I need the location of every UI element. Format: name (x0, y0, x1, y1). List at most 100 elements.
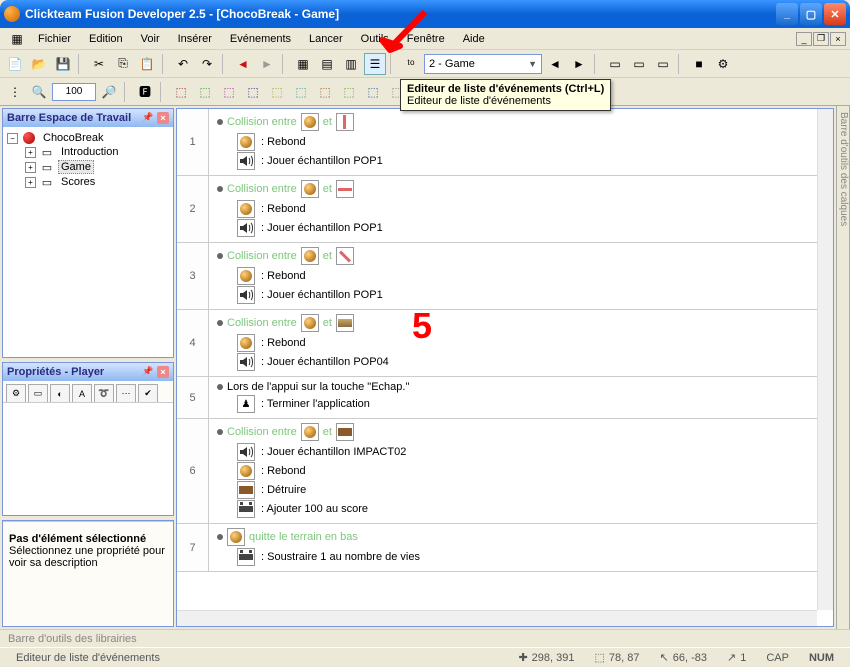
speaker-icon (237, 219, 255, 237)
cut-button[interactable]: ✂ (88, 53, 110, 75)
expand-icon[interactable]: + (25, 147, 36, 158)
back-button[interactable]: ◄ (232, 53, 254, 75)
new-button[interactable]: 📄 (4, 53, 26, 75)
storyboard-editor-button[interactable]: ▦ (292, 53, 314, 75)
action-line[interactable]: : Rebond (217, 334, 825, 352)
layers-toolbar[interactable]: Barre d'outils des calques (836, 106, 850, 629)
mdi-restore-button[interactable]: ❐ (813, 32, 829, 46)
pin-icon[interactable]: 📌 (142, 366, 154, 378)
action-line[interactable]: : Jouer échantillon POP1 (217, 219, 825, 237)
condition-line[interactable]: Lors de l'appui sur la touche "Echap." (217, 381, 825, 393)
prev-frame-button[interactable]: ◄ (544, 53, 566, 75)
prop-tab-5[interactable]: ➰ (94, 384, 114, 402)
undo-button[interactable]: ↶ (172, 53, 194, 75)
settings-button[interactable]: ⚙ (712, 53, 734, 75)
menu-voir[interactable]: Voir (133, 31, 168, 47)
horizontal-scrollbar[interactable] (177, 610, 817, 626)
menu-fenetre[interactable]: Fenêtre (399, 31, 453, 47)
prop-tab-6[interactable]: ⋯ (116, 384, 136, 402)
next-frame-button[interactable]: ► (568, 53, 590, 75)
action-line[interactable]: : Détruire (217, 481, 825, 499)
expand-icon[interactable]: − (7, 133, 18, 144)
prop-tab-7[interactable]: ✔ (138, 384, 158, 402)
menu-outils[interactable]: Outils (353, 31, 397, 47)
action-line[interactable]: ♟: Terminer l'application (217, 395, 825, 413)
data-editor-button[interactable]: ᵗᵒ (400, 53, 422, 75)
condition-line[interactable]: Collision entreet (217, 113, 825, 131)
action-line[interactable]: : Rebond (217, 267, 825, 285)
action-line[interactable]: : Ajouter 100 au score (217, 500, 825, 518)
prop-tab-1[interactable]: ⚙ (6, 384, 26, 402)
copy-button[interactable]: ⎘ (112, 53, 134, 75)
tree-item-game[interactable]: + ▭ Game (25, 159, 169, 175)
frame-editor-button[interactable]: ▤ (316, 53, 338, 75)
stop-button[interactable]: ■ (688, 53, 710, 75)
action-line[interactable]: : Jouer échantillon POP1 (217, 152, 825, 170)
run-app-button[interactable]: ▭ (628, 53, 650, 75)
panel-close-button[interactable]: × (157, 366, 169, 378)
expand-icon[interactable]: + (25, 162, 36, 173)
close-button[interactable]: ✕ (824, 3, 846, 25)
ext7-button[interactable]: ⬚ (314, 81, 336, 103)
action-line[interactable]: : Jouer échantillon IMPACT02 (217, 443, 825, 461)
condition-line[interactable]: Collision entreet (217, 423, 825, 441)
action-line[interactable]: : Soustraire 1 au nombre de vies (217, 548, 825, 566)
menu-evenements[interactable]: Evénements (222, 31, 299, 47)
action-line[interactable]: : Rebond (217, 200, 825, 218)
event-list[interactable]: 1Collision entreet: Rebond: Jouer échant… (177, 109, 833, 626)
ext1-button[interactable]: ⬚ (170, 81, 192, 103)
paste-button[interactable]: 📋 (136, 53, 158, 75)
tree-root[interactable]: − ChocoBreak (7, 131, 169, 145)
condition-line[interactable]: Collision entreet (217, 180, 825, 198)
open-button[interactable]: 📂 (28, 53, 50, 75)
condition-line[interactable]: Collision entreet (217, 247, 825, 265)
condition-line[interactable]: quitte le terrain en bas (217, 528, 825, 546)
ext9-button[interactable]: ⬚ (362, 81, 384, 103)
minimize-button[interactable]: _ (776, 3, 798, 25)
save-button[interactable]: 💾 (52, 53, 74, 75)
zoom-out-button[interactable]: 🔍 (28, 81, 50, 103)
event-list-editor-button[interactable]: ☰ (364, 53, 386, 75)
menu-inserer[interactable]: Insérer (170, 31, 220, 47)
font-button[interactable]: 🅵 (134, 81, 156, 103)
redo-button[interactable]: ↷ (196, 53, 218, 75)
frame-selector[interactable]: 2 - Game ▼ (424, 54, 542, 74)
ext3-button[interactable]: ⬚ (218, 81, 240, 103)
pin-icon[interactable]: 📌 (142, 112, 154, 124)
event-editor-button[interactable]: ▥ (340, 53, 362, 75)
action-line[interactable]: : Rebond (217, 462, 825, 480)
condition-line[interactable]: Collision entreet (217, 314, 825, 332)
menu-edition[interactable]: Edition (81, 31, 131, 47)
ext5-button[interactable]: ⬚ (266, 81, 288, 103)
vertical-scrollbar[interactable] (817, 109, 833, 610)
zoom-in-button[interactable]: 🔎 (98, 81, 120, 103)
run-frame-button[interactable]: ▭ (652, 53, 674, 75)
prop-tab-4[interactable]: A (72, 384, 92, 402)
action-line[interactable]: : Jouer échantillon POP1 (217, 286, 825, 304)
zoom-input[interactable] (52, 83, 96, 101)
mdi-minimize-button[interactable]: _ (796, 32, 812, 46)
action-line[interactable]: : Jouer échantillon POP04 (217, 353, 825, 371)
prop-tab-2[interactable]: ▭ (28, 384, 48, 402)
action-text: : Jouer échantillon POP1 (261, 289, 383, 301)
ext4-button[interactable]: ⬚ (242, 81, 264, 103)
tree-item-introduction[interactable]: + ▭ Introduction (25, 145, 169, 159)
tree-item-scores[interactable]: + ▭ Scores (25, 175, 169, 189)
library-toolbar[interactable]: Barre d'outils des librairies (0, 629, 850, 647)
ext8-button[interactable]: ⬚ (338, 81, 360, 103)
run-project-button[interactable]: ▭ (604, 53, 626, 75)
prop-tab-3[interactable]: ◐ (50, 384, 70, 402)
properties-body (3, 403, 173, 515)
action-line[interactable]: : Rebond (217, 133, 825, 151)
maximize-button[interactable]: ▢ (800, 3, 822, 25)
ext6-button[interactable]: ⬚ (290, 81, 312, 103)
mdi-close-button[interactable]: × (830, 32, 846, 46)
ext2-button[interactable]: ⬚ (194, 81, 216, 103)
panel-close-button[interactable]: × (157, 112, 169, 124)
dropdown-arrow-icon: ▼ (528, 59, 537, 69)
menu-fichier[interactable]: Fichier (30, 31, 79, 47)
menu-lancer[interactable]: Lancer (301, 31, 351, 47)
menu-aide[interactable]: Aide (455, 31, 493, 47)
forward-button[interactable]: ► (256, 53, 278, 75)
expand-icon[interactable]: + (25, 177, 36, 188)
